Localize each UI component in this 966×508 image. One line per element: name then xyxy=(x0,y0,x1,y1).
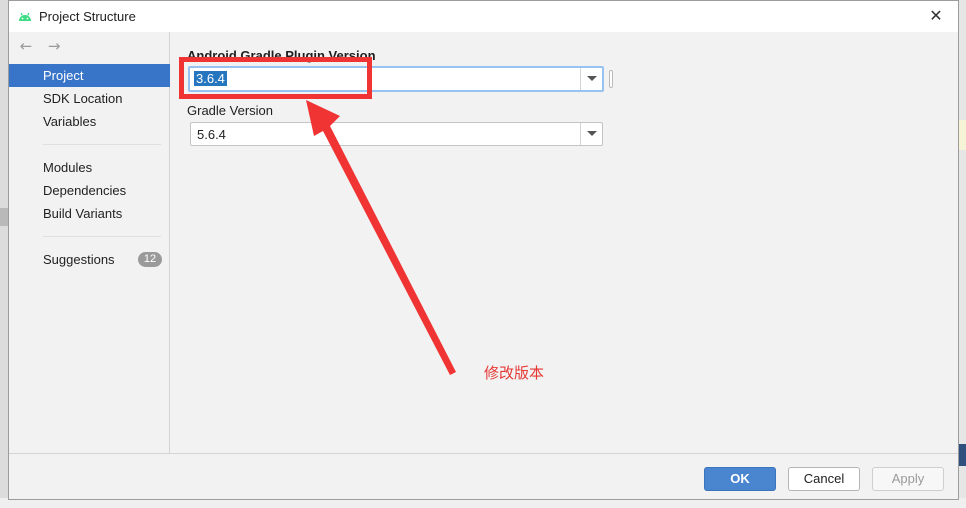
sidebar-item-project[interactable]: Project xyxy=(9,64,170,87)
annotation-text: 修改版本 xyxy=(484,364,545,382)
back-arrow-icon[interactable]: ← xyxy=(17,38,35,54)
sidebar-item-sdk-location[interactable]: SDK Location xyxy=(9,87,170,110)
sidebar-item-build-variants[interactable]: Build Variants xyxy=(9,202,170,225)
sidebar-item-label: SDK Location xyxy=(43,91,123,106)
annotation-highlight-box xyxy=(179,57,372,99)
window-title: Project Structure xyxy=(39,9,136,24)
gradle-version-input[interactable]: 5.6.4 xyxy=(197,127,226,142)
background-ide-right-highlight xyxy=(958,120,966,150)
sidebar-item-label: Dependencies xyxy=(43,183,127,198)
sidebar-item-variables[interactable]: Variables xyxy=(9,110,170,133)
project-structure-dialog: Project Structure ✕ ← → Project SDK Loca… xyxy=(8,0,959,500)
plugin-version-dropdown-button[interactable] xyxy=(580,68,602,90)
background-ide-left xyxy=(0,0,8,508)
background-ide-right-tab xyxy=(958,444,966,466)
apply-button[interactable]: Apply xyxy=(872,467,944,491)
close-icon: ✕ xyxy=(929,6,943,25)
forward-arrow-icon[interactable]: → xyxy=(45,38,63,54)
gradle-version-combobox[interactable]: 5.6.4 xyxy=(190,122,603,146)
gradle-version-label: Gradle Version xyxy=(187,103,273,118)
sidebar-item-label: Modules xyxy=(43,160,93,175)
gradle-version-dropdown-button[interactable] xyxy=(580,123,602,145)
android-icon xyxy=(19,12,31,21)
sidebar: ← → Project SDK Location Variables Modul… xyxy=(9,32,170,453)
cancel-button[interactable]: Cancel xyxy=(788,467,860,491)
dialog-footer: OK Cancel Apply xyxy=(9,453,958,499)
sidebar-divider xyxy=(43,144,161,145)
background-ide-right xyxy=(958,0,966,508)
suggestions-count-badge: 12 xyxy=(138,252,162,267)
close-button[interactable]: ✕ xyxy=(922,5,950,27)
field-resize-handle[interactable] xyxy=(609,70,613,88)
ok-button[interactable]: OK xyxy=(704,467,776,491)
sidebar-divider xyxy=(43,236,161,237)
sidebar-item-suggestions[interactable]: Suggestions 12 xyxy=(9,248,170,271)
sidebar-item-label: Variables xyxy=(43,114,97,129)
sidebar-item-modules[interactable]: Modules xyxy=(9,156,170,179)
sidebar-item-label: Project xyxy=(43,68,84,83)
sidebar-item-label: Build Variants xyxy=(43,206,123,221)
sidebar-item-label: Suggestions xyxy=(43,252,115,267)
background-ide-left-mark xyxy=(0,208,8,226)
history-nav: ← → xyxy=(17,38,69,54)
title-bar[interactable]: Project Structure ✕ xyxy=(9,1,958,32)
sidebar-item-dependencies[interactable]: Dependencies xyxy=(9,179,170,202)
